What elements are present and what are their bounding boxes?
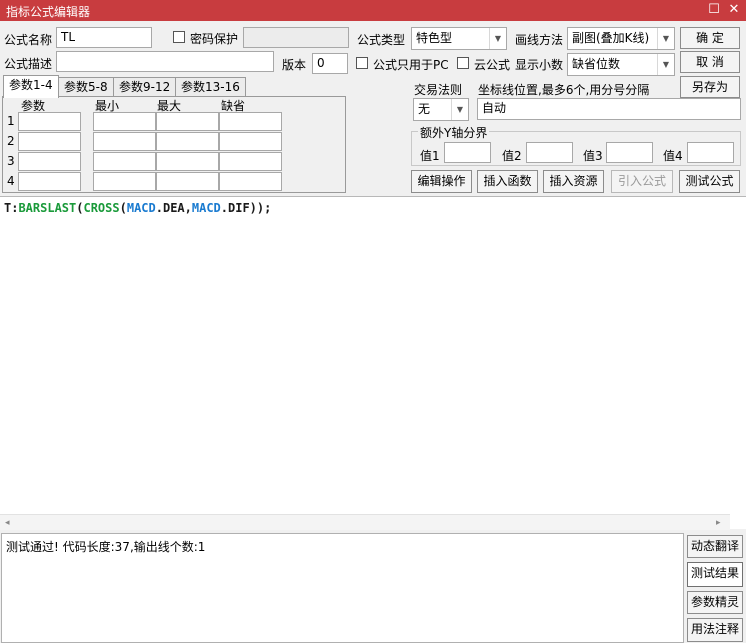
title-bar: 指标公式编辑器 ☐ ✕ (0, 0, 746, 21)
param-row-number: 4 (7, 174, 15, 188)
param-row-number: 1 (7, 114, 15, 128)
param-4-min-input[interactable] (93, 172, 156, 191)
test-result-button[interactable]: 测试结果 (687, 562, 743, 587)
decimals-value: 缺省位数 (572, 57, 621, 71)
code-line: T:BARSLAST(CROSS(MACD.DEA,MACD.DIF)); (4, 201, 271, 215)
decimals-select[interactable]: 缺省位数 ▼ (567, 53, 675, 76)
formula-desc-label: 公式描述 (4, 57, 53, 71)
extra-y-axis-label: 额外Y轴分界 (418, 124, 490, 141)
code-token: BARSLAST (18, 201, 77, 215)
version-label: 版本 (282, 58, 307, 72)
usage-notes-button[interactable]: 用法注释 (687, 618, 743, 642)
decimals-label: 显示小数 (515, 58, 564, 72)
param-3-name-input[interactable] (18, 152, 81, 171)
code-editor[interactable]: T:BARSLAST(CROSS(MACD.DEA,MACD.DIF)); (0, 196, 746, 529)
trade-rule-label: 交易法则 (414, 83, 463, 97)
param-wizard-button[interactable]: 参数精灵 (687, 591, 743, 614)
param-1-name-input[interactable] (18, 112, 81, 131)
formula-type-select[interactable]: 特色型 ▼ (411, 27, 507, 50)
y4-input[interactable] (687, 142, 734, 163)
insert-function-button[interactable]: 插入函数 (477, 170, 538, 193)
y1-label: 值1 (420, 149, 440, 163)
formula-type-label: 公式类型 (357, 33, 406, 47)
y2-input[interactable] (526, 142, 573, 163)
param-2-min-input[interactable] (93, 132, 156, 151)
param-2-name-input[interactable] (18, 132, 81, 151)
param-1-max-input[interactable] (156, 112, 219, 131)
chevron-down-icon: ▼ (657, 28, 674, 49)
ok-button[interactable]: 确 定 (680, 27, 740, 49)
code-token: T: (4, 201, 19, 215)
pc-only-label: 公式只用于PC (373, 58, 449, 72)
draw-method-value: 副图(叠加K线) (572, 31, 650, 45)
trade-rule-select[interactable]: 无 ▼ (413, 98, 469, 121)
param-row-number: 3 (7, 154, 15, 168)
tab-params-13-16[interactable]: 参数13-16 (175, 77, 246, 97)
cloud-formula-checkbox[interactable] (457, 57, 469, 69)
draw-method-select[interactable]: 副图(叠加K线) ▼ (567, 27, 675, 50)
code-token: MACD (126, 201, 156, 215)
param-1-default-input[interactable] (219, 112, 282, 131)
draw-method-label: 画线方法 (515, 33, 564, 47)
tab-params-9-12[interactable]: 参数9-12 (113, 77, 177, 97)
test-output-text: 测试通过! 代码长度:37,输出线个数:1 (6, 540, 206, 554)
param-3-max-input[interactable] (156, 152, 219, 171)
param-4-name-input[interactable] (18, 172, 81, 191)
param-4-default-input[interactable] (219, 172, 282, 191)
coord-label: 坐标线位置,最多6个,用分号分隔 (478, 83, 650, 97)
param-3-default-input[interactable] (219, 152, 282, 171)
save-as-button[interactable]: 另存为 (680, 76, 740, 98)
param-1-min-input[interactable] (93, 112, 156, 131)
param-4-max-input[interactable] (156, 172, 219, 191)
y1-input[interactable] (444, 142, 491, 163)
test-formula-button[interactable]: 测试公式 (679, 170, 740, 193)
restore-icon[interactable]: ☐ (706, 2, 722, 18)
code-token: .DIF)); (220, 201, 272, 215)
cloud-formula-label: 云公式 (474, 58, 511, 72)
code-token: ( (119, 201, 127, 215)
version-input[interactable]: 0 (312, 53, 348, 74)
chevron-down-icon: ▼ (451, 99, 468, 120)
chevron-down-icon: ▼ (489, 28, 506, 49)
chevron-down-icon: ▼ (657, 54, 674, 75)
param-row-number: 2 (7, 134, 15, 148)
code-token: CROSS (83, 201, 120, 215)
tab-params-1-4[interactable]: 参数1-4 (3, 75, 59, 98)
trade-rule-value: 无 (418, 102, 431, 116)
password-checkbox[interactable] (173, 31, 185, 43)
dynamic-translate-button[interactable]: 动态翻译 (687, 535, 743, 558)
tab-params-5-8[interactable]: 参数5-8 (58, 77, 114, 97)
formula-name-label: 公式名称 (4, 33, 53, 47)
horizontal-scrollbar[interactable]: ◂ ▸ (0, 514, 730, 530)
y2-label: 值2 (502, 149, 522, 163)
coord-input[interactable]: 自动 (477, 98, 741, 120)
formula-type-value: 特色型 (416, 31, 453, 45)
param-2-default-input[interactable] (219, 132, 282, 151)
params-panel: 参数 最小 最大 缺省 1 2 3 4 (2, 96, 346, 193)
edit-operation-button[interactable]: 编辑操作 (411, 170, 472, 193)
code-token: MACD (191, 201, 221, 215)
window-title: 指标公式编辑器 (6, 5, 91, 19)
formula-name-input[interactable]: TL (56, 27, 152, 48)
formula-desc-input[interactable] (56, 51, 274, 72)
insert-resource-button[interactable]: 插入资源 (543, 170, 604, 193)
pc-only-checkbox[interactable] (356, 57, 368, 69)
password-label: 密码保护 (190, 32, 239, 46)
code-token: .DEA, (155, 201, 192, 215)
password-input[interactable] (243, 27, 349, 48)
y3-label: 值3 (583, 149, 603, 163)
scroll-right-icon[interactable]: ▸ (716, 515, 721, 531)
y4-label: 值4 (663, 149, 683, 163)
scroll-left-icon[interactable]: ◂ (5, 515, 10, 531)
cancel-button[interactable]: 取 消 (680, 51, 740, 73)
test-output-panel: 测试通过! 代码长度:37,输出线个数:1 (1, 533, 684, 643)
param-2-max-input[interactable] (156, 132, 219, 151)
param-3-min-input[interactable] (93, 152, 156, 171)
y3-input[interactable] (606, 142, 653, 163)
import-formula-button[interactable]: 引入公式 (611, 170, 673, 193)
close-icon[interactable]: ✕ (726, 2, 742, 18)
